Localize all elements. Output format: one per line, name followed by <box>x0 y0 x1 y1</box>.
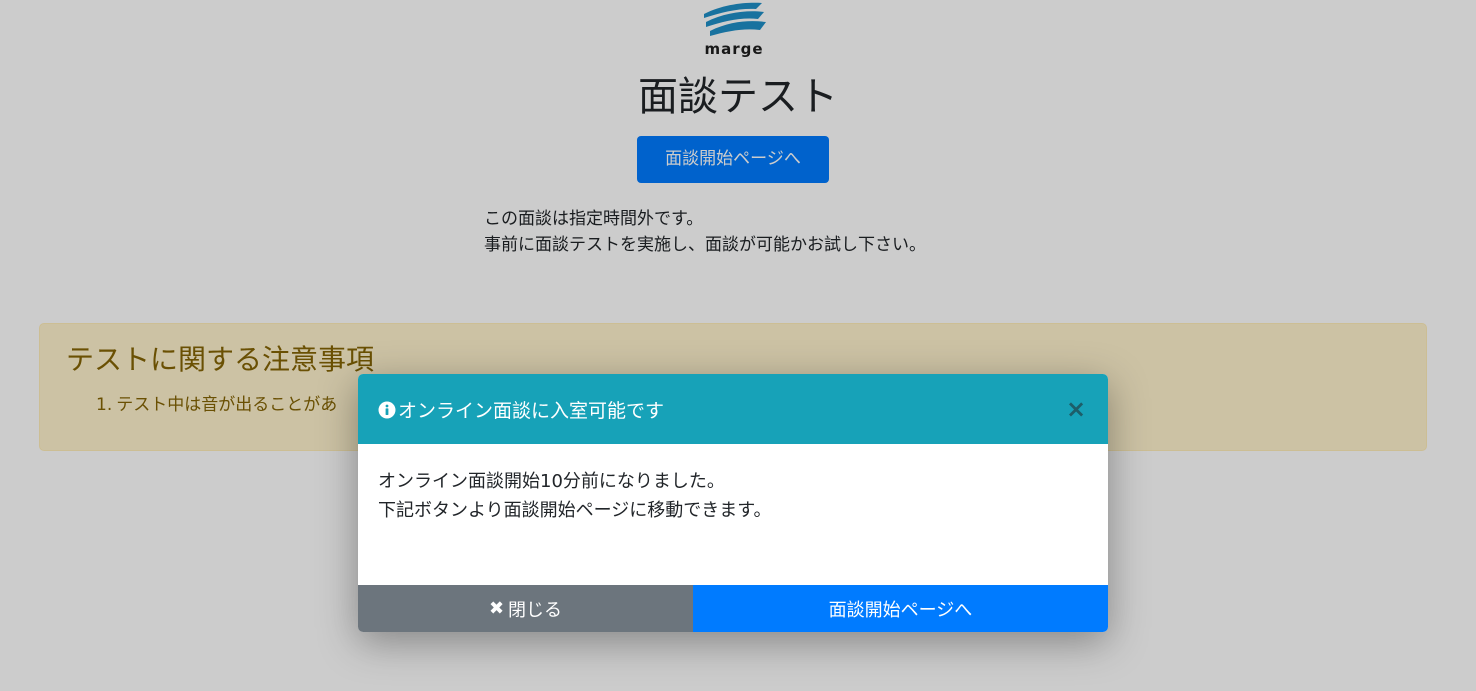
close-button[interactable]: ✖ 閉じる <box>358 585 693 632</box>
modal-body-line: 下記ボタンより面談開始ページに移動できます。 <box>378 500 772 521</box>
modal-body-line: オンライン面談開始10分前になりました。 <box>378 471 725 492</box>
x-icon: ✖ <box>488 598 505 619</box>
modal-header: オンライン面談に入室可能です × <box>358 374 1108 444</box>
close-button-label: 閉じる <box>508 599 563 621</box>
info-icon <box>378 401 396 419</box>
modal-body: オンライン面談開始10分前になりました。 下記ボタンより面談開始ページに移動でき… <box>378 467 771 525</box>
entry-available-modal: オンライン面談に入室可能です × オンライン面談開始10分前になりました。 下記… <box>358 374 1108 632</box>
modal-start-page-button[interactable]: 面談開始ページへ <box>693 585 1108 632</box>
close-icon[interactable]: × <box>1064 397 1088 421</box>
modal-title-text: オンライン面談に入室可能です <box>398 400 665 422</box>
modal-footer: ✖ 閉じる 面談開始ページへ <box>358 585 1108 632</box>
modal-title: オンライン面談に入室可能です <box>378 396 664 423</box>
